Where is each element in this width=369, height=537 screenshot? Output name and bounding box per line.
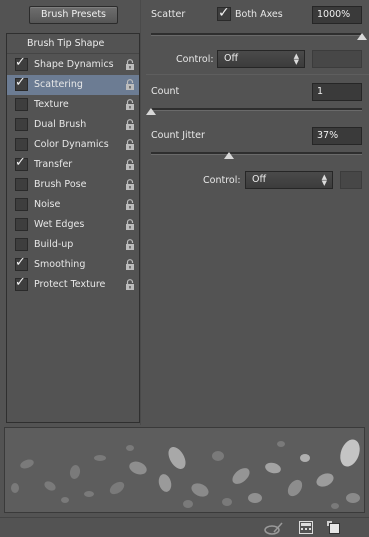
create-new-brush-icon[interactable] <box>327 521 341 534</box>
count-jitter-control-extra-field <box>340 171 362 189</box>
scatter-stroke-preview-image <box>11 439 360 509</box>
lock-icon[interactable] <box>125 159 135 171</box>
checkmark-icon: ✓ <box>15 275 26 290</box>
scattering-checkbox[interactable]: ✓ <box>15 75 28 91</box>
both-axes-checkbox[interactable]: ✓ <box>217 5 231 21</box>
list-item-brush-tip-shape[interactable]: Brush Tip Shape <box>7 34 139 54</box>
lock-icon[interactable] <box>125 99 135 111</box>
lock-icon[interactable] <box>125 239 135 251</box>
color-dynamics-label: Color Dynamics <box>34 139 109 150</box>
color-dynamics-checkbox[interactable] <box>15 138 28 151</box>
dropdown-arrow-icon: ▲ ▼ <box>293 52 299 66</box>
scattering-label: Scattering <box>34 79 83 90</box>
bottom-toolbar <box>0 517 369 537</box>
scatter-control-label: Control: <box>176 54 214 65</box>
brush-pose-checkbox[interactable] <box>15 178 28 191</box>
list-item-build-up[interactable]: Build-up <box>7 235 139 255</box>
scatter-label: Scatter <box>151 9 186 20</box>
noise-checkbox[interactable] <box>15 198 28 211</box>
protect-texture-checkbox[interactable]: ✓ <box>15 275 28 291</box>
count-slider-track[interactable] <box>151 108 362 111</box>
lock-icon[interactable] <box>125 219 135 231</box>
checkmark-icon: ✓ <box>15 75 26 90</box>
count-value-field[interactable]: 1 <box>312 83 362 101</box>
count-jitter-value-field[interactable]: 37% <box>312 127 362 145</box>
protect-texture-label: Protect Texture <box>34 279 106 290</box>
lock-icon[interactable] <box>125 259 135 271</box>
texture-checkbox[interactable] <box>15 98 28 111</box>
checkmark-icon: ✓ <box>15 155 26 170</box>
lock-icon[interactable] <box>125 59 135 71</box>
shape-dynamics-checkbox[interactable]: ✓ <box>15 55 28 71</box>
checkmark-icon: ✓ <box>15 255 26 270</box>
build-up-label: Build-up <box>34 239 74 250</box>
brush-pose-label: Brush Pose <box>34 179 87 190</box>
list-item-texture[interactable]: Texture <box>7 95 139 115</box>
list-item-transfer[interactable]: ✓ Transfer <box>7 155 139 175</box>
list-item-color-dynamics[interactable]: Color Dynamics <box>7 135 139 155</box>
count-jitter-control-value: Off <box>252 174 267 185</box>
count-jitter-control-label: Control: <box>203 175 241 186</box>
brush-settings-list: Brush Tip Shape ✓ Shape Dynamics ✓ Scatteri… <box>6 33 140 423</box>
count-jitter-label: Count Jitter <box>151 130 205 141</box>
scatter-control-dropdown[interactable]: Off ▲ ▼ <box>217 50 305 68</box>
both-axes-tick-icon: ✓ <box>218 5 230 21</box>
both-axes-label: Both Axes <box>235 9 283 20</box>
scatter-slider-track[interactable] <box>151 33 362 36</box>
lock-icon[interactable] <box>125 79 135 91</box>
noise-label: Noise <box>34 199 61 210</box>
list-item-wet-edges[interactable]: Wet Edges <box>7 215 139 235</box>
texture-label: Texture <box>34 99 69 110</box>
smoothing-checkbox[interactable]: ✓ <box>15 255 28 271</box>
count-jitter-slider-track[interactable] <box>151 152 362 155</box>
dual-brush-label: Dual Brush <box>34 119 87 130</box>
scatter-value-field[interactable]: 1000% <box>312 6 362 24</box>
wet-edges-checkbox[interactable] <box>15 218 28 231</box>
panel-divider <box>140 0 141 425</box>
smoothing-label: Smoothing <box>34 259 86 270</box>
brush-stroke-preview <box>4 427 365 513</box>
shape-dynamics-label: Shape Dynamics <box>34 59 114 70</box>
dual-brush-checkbox[interactable] <box>15 118 28 131</box>
wet-edges-label: Wet Edges <box>34 219 85 230</box>
list-item-brush-pose[interactable]: Brush Pose <box>7 175 139 195</box>
section-divider <box>146 74 369 75</box>
checkmark-icon: ✓ <box>15 55 26 70</box>
brush-presets-button[interactable]: Brush Presets <box>29 6 118 24</box>
list-item-smoothing[interactable]: ✓ Smoothing <box>7 255 139 275</box>
build-up-checkbox[interactable] <box>15 238 28 251</box>
transfer-label: Transfer <box>34 159 73 170</box>
list-item-dual-brush[interactable]: Dual Brush <box>7 115 139 135</box>
dropdown-arrow-icon: ▲ ▼ <box>321 173 327 187</box>
transfer-checkbox[interactable]: ✓ <box>15 155 28 171</box>
lock-icon[interactable] <box>125 279 135 291</box>
count-label: Count <box>151 86 180 97</box>
list-item-noise[interactable]: Noise <box>7 195 139 215</box>
lock-icon[interactable] <box>125 199 135 211</box>
lock-icon[interactable] <box>125 139 135 151</box>
count-jitter-control-dropdown[interactable]: Off ▲ ▼ <box>245 171 333 189</box>
scatter-control-extra-field <box>312 50 362 68</box>
count-jitter-slider-thumb[interactable] <box>224 152 235 159</box>
list-item-shape-dynamics[interactable]: ✓ Shape Dynamics <box>7 55 139 75</box>
brush-preview-grid-icon[interactable] <box>299 521 313 534</box>
list-item-protect-texture[interactable]: ✓ Protect Texture <box>7 275 139 295</box>
scatter-slider-thumb[interactable] <box>357 33 367 40</box>
count-slider-thumb[interactable] <box>146 108 156 115</box>
lock-icon[interactable] <box>125 179 135 191</box>
lock-icon[interactable] <box>125 119 135 131</box>
list-item-scattering[interactable]: ✓ Scattering <box>7 75 139 95</box>
toggle-live-tip-preview-icon[interactable] <box>264 521 284 535</box>
scatter-control-value: Off <box>224 53 239 64</box>
